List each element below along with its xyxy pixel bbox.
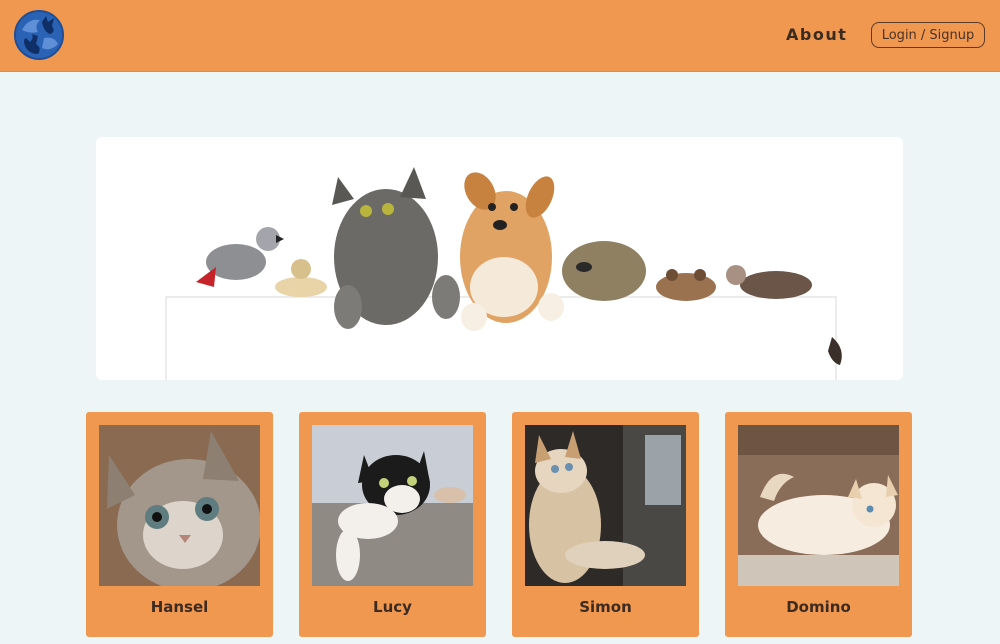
nav-about-link[interactable]: About [786, 25, 847, 44]
pet-name: Lucy [373, 598, 412, 616]
pet-card[interactable]: Lucy [299, 412, 486, 637]
pet-photo[interactable] [99, 425, 260, 586]
pet-name: Domino [786, 598, 851, 616]
globe-logo-icon[interactable] [12, 8, 66, 62]
pet-card[interactable]: Simon [512, 412, 699, 637]
rabbit-figure [562, 241, 646, 301]
top-navbar: About Login / Signup [0, 0, 1000, 72]
pet-photo[interactable] [738, 425, 899, 586]
pet-photo[interactable] [525, 425, 686, 586]
parrot-figure [196, 227, 284, 287]
pet-name: Simon [579, 598, 632, 616]
pet-photo[interactable] [312, 425, 473, 586]
gecko-figure [275, 259, 327, 297]
gray-cat-figure [332, 167, 460, 329]
puppy-figure [460, 172, 564, 331]
login-signup-button[interactable]: Login / Signup [871, 22, 985, 48]
pet-card[interactable]: Domino [725, 412, 912, 637]
frog-figure [656, 269, 716, 301]
pet-card[interactable]: Hansel [86, 412, 273, 637]
pet-name: Hansel [150, 598, 209, 616]
hero-banner-image [96, 137, 903, 380]
